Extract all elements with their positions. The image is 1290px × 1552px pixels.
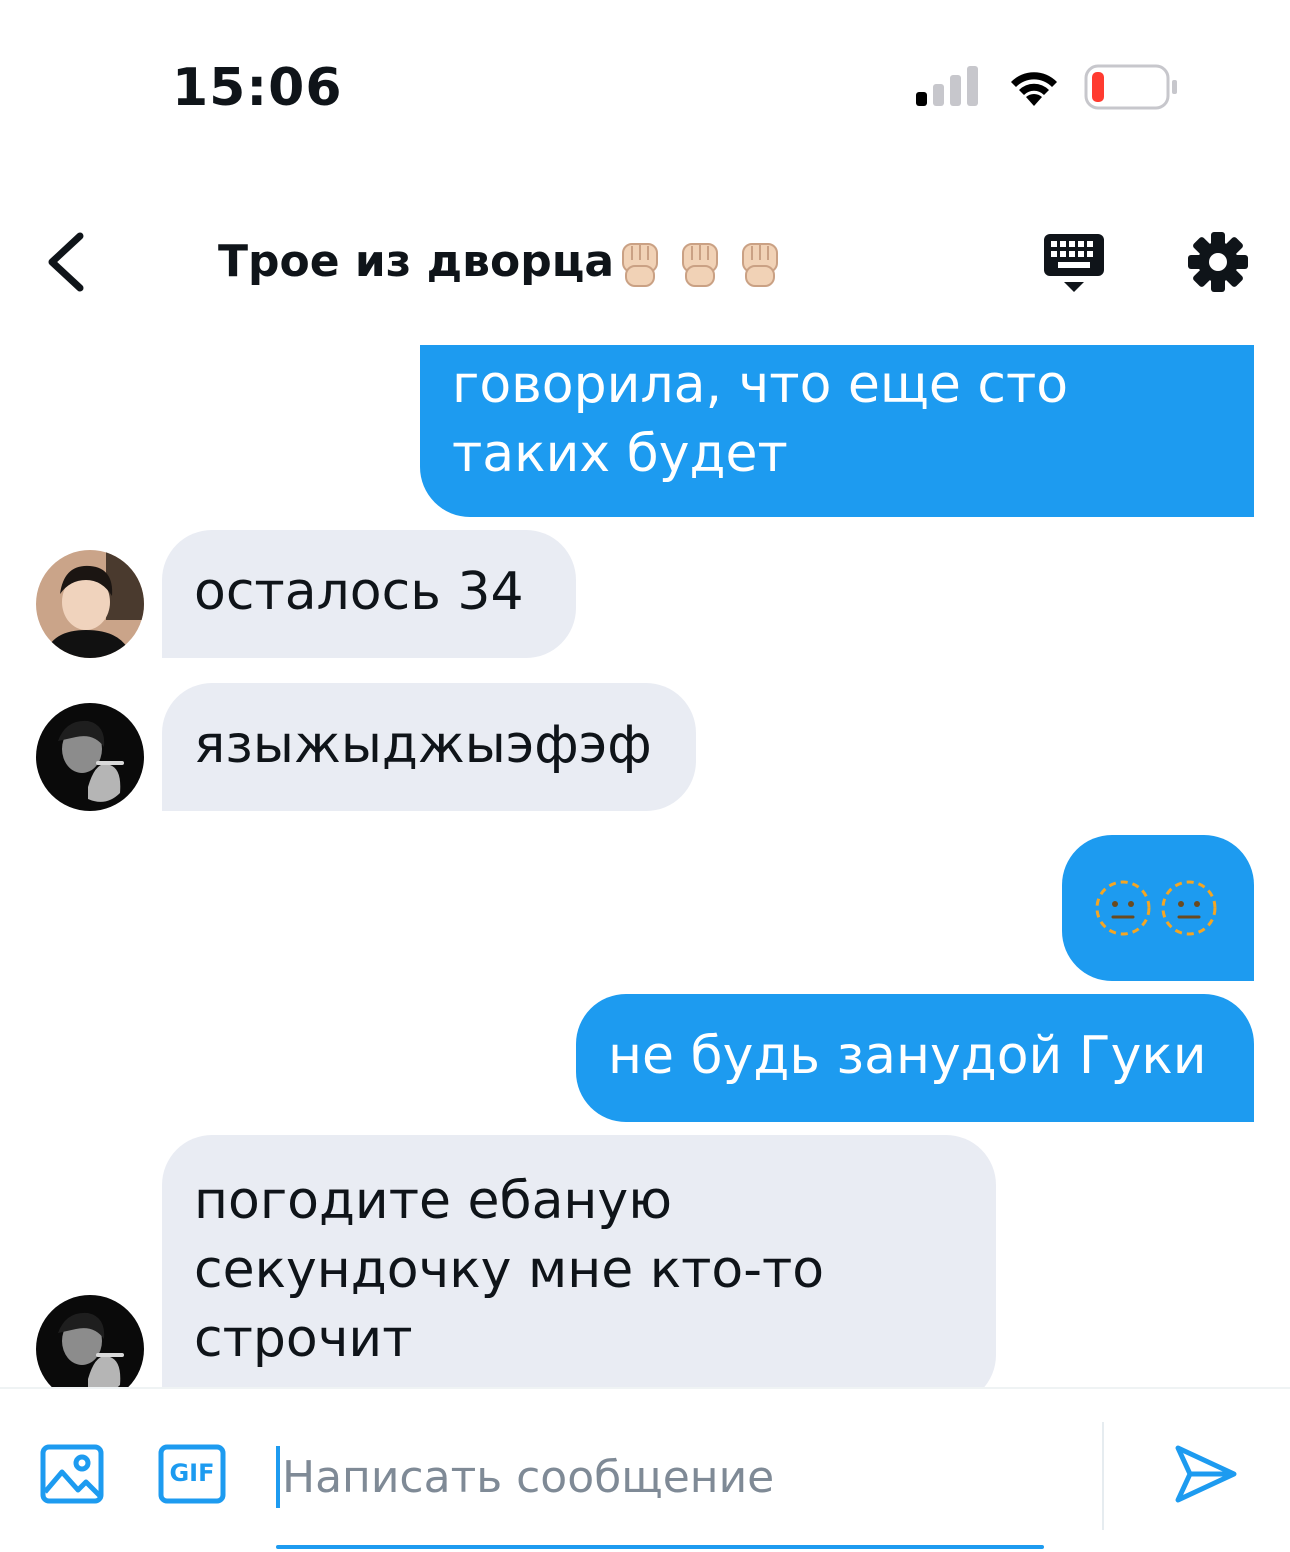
incoming-message-bubble[interactable]: погодите ебаную секундочку мне кто-то ст… [162,1135,996,1388]
keyboard-icon[interactable] [1040,230,1108,296]
message-text-line: таких будет [452,424,788,484]
message-list[interactable]: говорила, что еще сто таких будет остало… [0,345,1290,1388]
raised-fist-icon [622,243,659,287]
outgoing-message-bubble[interactable]: говорила, что еще сто таких будет [420,345,1254,517]
composer-separator [1102,1422,1104,1530]
image-icon[interactable] [40,1442,104,1506]
avatar[interactable] [36,550,144,658]
battery-low-icon [1084,64,1177,110]
message-text-line: строчит [194,1309,413,1369]
input-underline [276,1545,1044,1549]
wifi-icon [1011,72,1057,106]
outgoing-message-bubble[interactable] [1062,835,1254,981]
back-button[interactable] [40,228,96,296]
neutral-face-icon [1161,880,1217,936]
status-time: 15:06 [172,58,343,118]
send-icon[interactable] [1172,1440,1240,1508]
signal-icon [916,66,978,106]
avatar[interactable] [36,703,144,811]
avatar[interactable] [36,1295,144,1388]
message-text: языжыджыэфэф [194,715,652,775]
conversation-title[interactable]: Трое из дворца [218,236,782,288]
gif-button[interactable]: GIF [158,1442,226,1506]
outgoing-message-bubble[interactable]: не будь занудой Гуки [576,994,1254,1122]
incoming-message-bubble[interactable]: языжыджыэфэф [162,683,696,811]
message-input[interactable] [276,1446,1062,1508]
message-text-line: говорила, что еще сто [452,355,1069,415]
raised-fist-icon [742,243,779,287]
message-text: осталось 34 [194,562,524,622]
message-text-line: погодите ебаную [194,1171,672,1231]
raised-fist-icon [682,243,719,287]
incoming-message-bubble[interactable]: осталось 34 [162,530,576,658]
message-text-line: секундочку мне кто-то [194,1240,825,1300]
settings-gear-icon[interactable] [1186,230,1250,294]
conversation-title-text: Трое из дворца [218,236,615,287]
composer-divider [0,1387,1290,1389]
neutral-face-icon [1095,880,1151,936]
message-text: не будь занудой Гуки [608,1026,1207,1086]
gif-label: GIF [169,1459,215,1487]
title-emoji-group [618,240,782,288]
